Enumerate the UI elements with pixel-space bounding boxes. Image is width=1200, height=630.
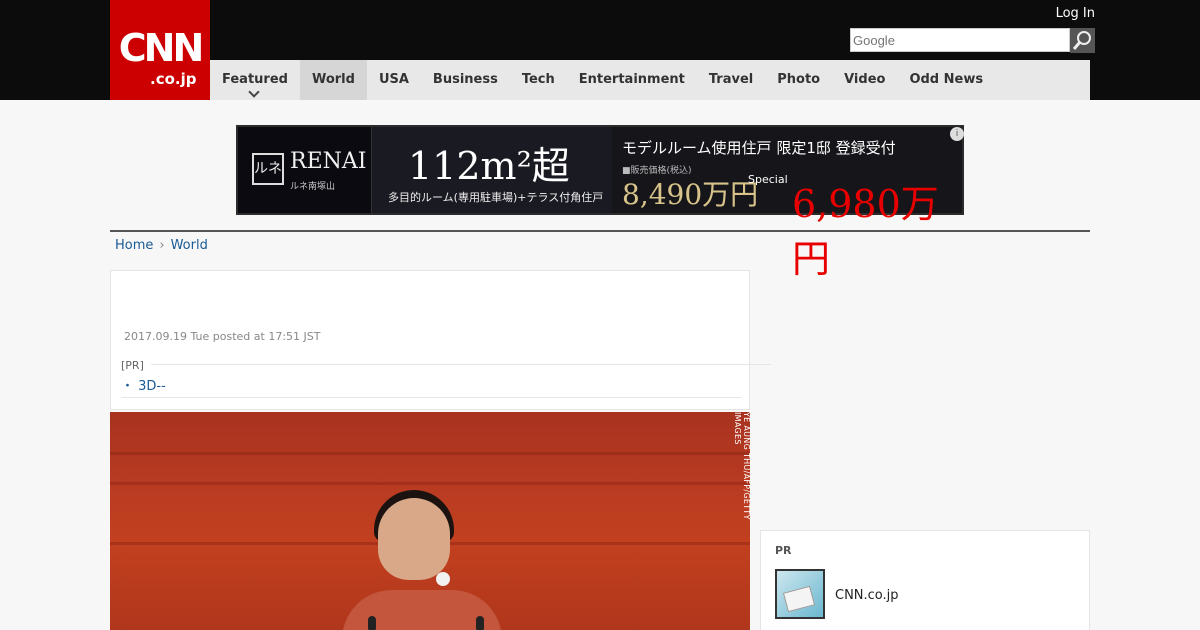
nav-item-label: Video <box>844 72 886 87</box>
nav-item-usa[interactable]: USA <box>367 60 421 100</box>
ad-info-icon[interactable]: i <box>950 127 964 141</box>
ad-right-title: モデルルーム使用住戸 限定1邸 登録受付 <box>622 139 896 157</box>
post-timestamp: 2017.09.19 Tue posted at 17:51 JST <box>124 330 321 343</box>
nav-item-odd-news[interactable]: Odd News <box>897 60 995 100</box>
section-divider <box>110 230 1090 232</box>
pr-divider <box>151 364 771 365</box>
pr-link[interactable]: ・ 3D-- <box>121 375 166 394</box>
chevron-right-icon: › <box>159 238 165 253</box>
nav-item-label: Tech <box>521 72 555 87</box>
nav-item-label: Featured <box>222 72 288 87</box>
search-icon <box>1072 31 1091 50</box>
photo-credit-text: YE AUNG THU/AFP/GETTY IMAGES <box>733 412 750 520</box>
nav-item-label: USA <box>378 72 409 87</box>
search-input[interactable] <box>850 28 1070 52</box>
logo-sub-text: .co.jp <box>150 70 197 88</box>
nav-item-label: Odd News <box>909 72 984 87</box>
nav-item-label: World <box>311 72 355 87</box>
site-logo[interactable]: CNN .co.jp <box>110 0 210 100</box>
envelope-icon[interactable] <box>775 569 825 619</box>
ad-price-block: モデルルーム使用住戸 限定1邸 登録受付 ■販売価格(税込) 8,490万円 S… <box>612 127 962 281</box>
microphone <box>368 616 376 630</box>
sidebar-pr-card: PR CNN.co.jp <box>760 530 1090 630</box>
nav-item-label: Entertainment <box>578 72 685 87</box>
sidebar-pr-label: PR <box>775 544 792 557</box>
ad-brand-block: ルネ RENAI ルネ南塚山 <box>238 127 372 213</box>
article-photo: YE AUNG THU/AFP/GETTY IMAGES <box>110 412 750 630</box>
nav-item-label: Business <box>432 72 498 87</box>
nav-item-label: Photo <box>777 72 821 87</box>
nav-item-photo[interactable]: Photo <box>765 60 832 100</box>
sidebar-item-link[interactable]: CNN.co.jp <box>835 588 899 603</box>
hair-flower <box>436 572 450 586</box>
nav-item-travel[interactable]: Travel <box>697 60 765 100</box>
logo-main-text: CNN <box>118 26 205 70</box>
ad-brand-sub: ルネ南塚山 <box>290 182 336 192</box>
breadcrumb-home[interactable]: Home <box>115 238 153 253</box>
ad-sub-text: 多目的ルーム(専用駐車場)+テラス付角住戸 <box>388 191 604 204</box>
nav-item-entertainment[interactable]: Entertainment <box>567 60 697 100</box>
pr-label: [PR] <box>121 359 144 372</box>
ad-brand-logo: ルネ <box>252 153 284 185</box>
login-link[interactable]: Log In <box>1056 6 1095 21</box>
ad-price-new: 6,980万円 <box>792 182 939 281</box>
article-header-card: 2017.09.19 Tue posted at 17:51 JST [PR] … <box>110 270 771 410</box>
pr-divider <box>121 397 741 398</box>
nav-item-business[interactable]: Business <box>421 60 510 100</box>
breadcrumb: Home › World <box>115 238 208 253</box>
chevron-down-icon <box>248 86 260 98</box>
breadcrumb-world[interactable]: World <box>171 238 208 253</box>
speaker-face <box>378 498 450 580</box>
nav-item-video[interactable]: Video <box>832 60 897 100</box>
ad-size-text: 112m²超 <box>408 144 570 188</box>
nav-item-featured[interactable]: Featured <box>210 60 300 100</box>
search-button[interactable] <box>1070 28 1095 53</box>
nav-item-label: Travel <box>708 72 754 87</box>
photo-stripe <box>110 482 750 485</box>
main-nav: Featured World USA Business Tech Enterta… <box>210 60 1090 100</box>
nav-item-tech[interactable]: Tech <box>510 60 567 100</box>
photo-credit: YE AUNG THU/AFP/GETTY IMAGES <box>733 412 750 540</box>
ad-banner[interactable]: ルネ RENAI ルネ南塚山 112m²超 多目的ルーム(専用駐車場)+テラス付… <box>236 125 964 281</box>
microphone <box>476 616 484 630</box>
ad-brand-name: RENAI <box>290 149 367 174</box>
photo-stripe <box>110 452 750 455</box>
ad-middle-block: 112m²超 多目的ルーム(専用駐車場)+テラス付角住戸 <box>378 127 612 213</box>
ad-price-old: 8,490万円 <box>622 178 759 211</box>
ad-price-label: Special <box>748 173 788 186</box>
nav-item-world[interactable]: World <box>299 60 367 100</box>
